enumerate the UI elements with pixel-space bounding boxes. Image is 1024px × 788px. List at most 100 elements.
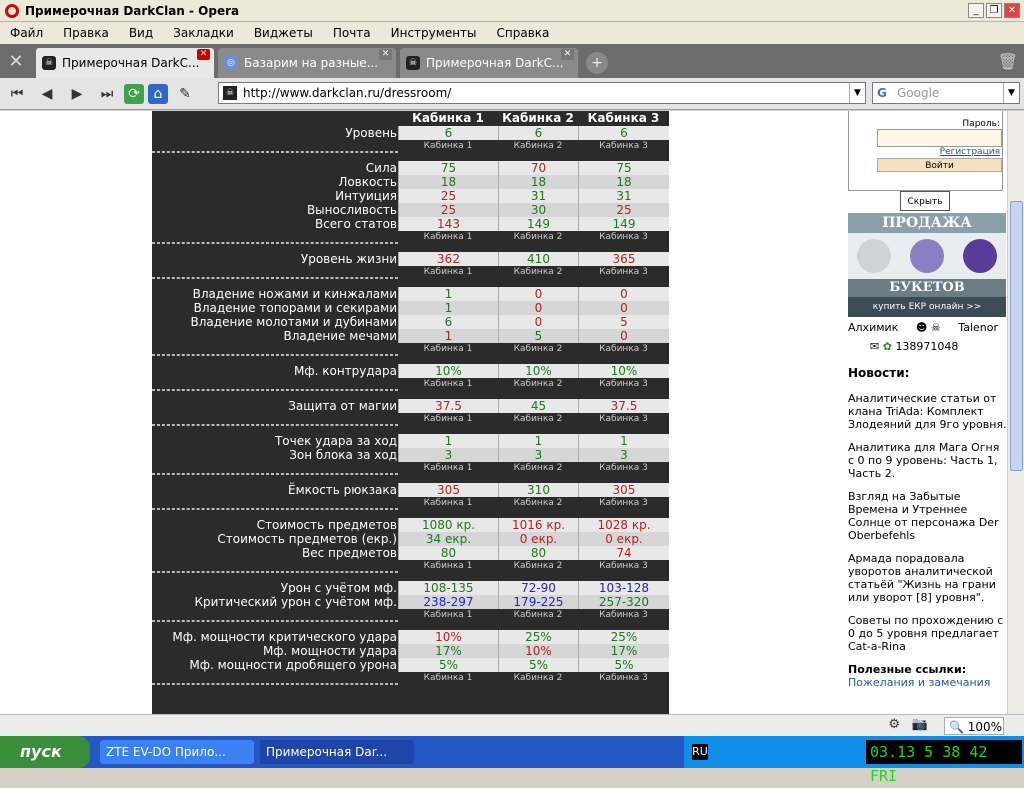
stat-label: Точек удара за ход [274, 434, 397, 448]
address-dropdown-icon[interactable]: ▼ [849, 83, 865, 103]
menu-mail[interactable]: Почта [323, 26, 381, 40]
stat-label: Владение ножами и кинжалами [192, 287, 397, 301]
menu-view[interactable]: Вид [119, 26, 163, 40]
menu-tools[interactable]: Инструменты [381, 26, 487, 40]
cabin-sublabel: Кабинка 2 [513, 561, 563, 571]
forward-icon[interactable]: ▶ [64, 82, 90, 106]
darkclan-favicon-icon: ☠ [42, 56, 56, 70]
tab-1[interactable]: ☠ Примерочная DarkC... ✕ [36, 48, 214, 78]
char-alchemist[interactable]: Алхимик [848, 321, 898, 334]
stat-cell-cabin-2: 6 [498, 126, 578, 140]
tray-clock: 03.13 5 38 42 FRI [866, 740, 1022, 785]
stat-cell-cabin-2: 3 [498, 448, 578, 462]
news-item[interactable]: Аналитические статьи от клана TriAda: Ко… [848, 392, 1007, 431]
close-tab-icon[interactable]: ✕ [379, 49, 392, 60]
taskbar-item-opera[interactable]: Примерочная Dar... [260, 740, 414, 764]
start-button[interactable]: пуск [0, 736, 90, 768]
menu-help[interactable]: Справка [487, 26, 560, 40]
stat-row: Стоимость предметов (екр.) 34 екр. 0 екр. 0… [152, 532, 669, 546]
stat-row: Мф. контрудара 10% 10% 10% [152, 364, 669, 378]
close-tab-icon[interactable]: ✕ [197, 49, 210, 60]
menu-bookmarks[interactable]: Закладки [163, 26, 244, 40]
address-bar[interactable]: ☠ http://www.darkclan.ru/dressroom/ ▼ [218, 82, 866, 104]
cabin-subheader: Кабинка 1 Кабинка 2 Кабинка 3 [152, 497, 669, 509]
cabin-sublabel: Кабинка 1 [423, 379, 473, 389]
stat-cell-cabin-3: 25 [578, 203, 669, 217]
stat-label: Мф. мощности критического удара [172, 630, 397, 644]
stat-label: Выносливость [306, 203, 397, 217]
reload-icon[interactable]: ⟳ [124, 83, 144, 104]
edit-icon[interactable]: ✎ [172, 82, 198, 106]
stat-label: Интуиция [335, 189, 397, 203]
search-dropdown-icon[interactable]: ▼ [1003, 83, 1019, 103]
home-icon[interactable]: ⌂ [148, 83, 168, 104]
password-input[interactable] [877, 129, 1002, 147]
trash-icon[interactable]: 🗑 [998, 52, 1018, 71]
hide-button[interactable]: Скрыть [900, 191, 950, 211]
news-item[interactable]: Армада порадовала уворотов аналитической… [848, 552, 1007, 604]
tab-3[interactable]: ☠ Примерочная DarkC... ✕ [400, 48, 578, 78]
close-window-button[interactable]: ✕ [1004, 3, 1020, 18]
tools-icon[interactable]: ✕ [0, 44, 32, 78]
news-item[interactable]: Аналитика для Мага Огня с 0 по 9 уровень… [848, 441, 1007, 480]
password-label: Пароль: [962, 119, 1000, 129]
cabin-sublabel: Кабинка 2 [513, 267, 563, 277]
new-tab-icon[interactable]: + [586, 52, 608, 74]
stat-row: Сила 75 70 75 [152, 161, 669, 175]
cabin-sublabel: Кабинка 2 [513, 414, 563, 424]
menu-widgets[interactable]: Виджеты [244, 26, 323, 40]
restore-button[interactable]: ❐ [986, 3, 1002, 18]
stat-cell-cabin-1: 362 [398, 252, 498, 266]
group-separator [152, 621, 398, 630]
cabin-sublabel: Кабинка 3 [599, 498, 648, 508]
group-separator [152, 572, 398, 581]
cabin-sublabel: Кабинка 3 [599, 141, 648, 151]
search-placeholder[interactable]: Google [897, 86, 939, 100]
language-indicator[interactable]: RU [692, 744, 708, 760]
promo-banner[interactable]: ПРОДАЖА БУКЕТОВ купить ЕКР онлайн >> [848, 213, 1006, 317]
char-talenor[interactable]: Talenor [958, 321, 998, 334]
stat-row: Стоимость предметов 1080 кр. 1016 кр. 1028 … [152, 518, 669, 532]
promo-buy-link[interactable]: купить ЕКР онлайн >> [848, 299, 1006, 315]
stat-cell-cabin-1: 1 [398, 329, 498, 343]
close-tab-icon[interactable]: ✕ [561, 49, 574, 60]
taskbar-item-zte[interactable]: ZTE EV-DO Прило... [100, 740, 254, 764]
panel-icon[interactable]: ⚙ [888, 717, 900, 732]
stat-row: Уровень 6 6 6 [152, 126, 669, 140]
news-item[interactable]: Взгляд на Забытые Времена и Утреннее Сол… [848, 490, 1007, 542]
cabin-sublabel: Кабинка 2 [513, 379, 563, 389]
cabin-sublabel: Кабинка 2 [513, 463, 563, 473]
rewind-icon[interactable]: ⏮ [4, 82, 30, 106]
menu-file[interactable]: Файл [0, 26, 53, 40]
login-button[interactable]: Войти [877, 158, 1002, 172]
stat-cell-cabin-3: 1028 кр. [578, 518, 669, 532]
cabin-subheader: Кабинка 1 Кабинка 2 Кабинка 3 [152, 609, 669, 621]
stat-row: Интуиция 25 31 31 [152, 189, 669, 203]
cabin-sublabel: Кабинка 2 [513, 610, 563, 620]
vertical-scrollbar[interactable] [1007, 111, 1024, 714]
stat-label: Сила [365, 161, 397, 175]
cabin-sublabel: Кабинка 3 [599, 267, 648, 277]
search-box[interactable]: G Google ▼ [872, 82, 1020, 104]
fast-forward-icon[interactable]: ⏭ [94, 82, 120, 106]
stat-cell-cabin-2: 410 [498, 252, 578, 266]
stat-cell-cabin-3: 103-128 [578, 581, 669, 595]
camera-icon[interactable]: 📷 [912, 717, 928, 732]
mail-icon[interactable]: ✉ [870, 340, 879, 353]
tab-2[interactable]: ◎ Базарим на разные... ✕ [218, 48, 396, 78]
back-icon[interactable]: ◀ [34, 82, 60, 106]
news-item[interactable]: Советы по прохождению с 0 до 5 уровня пр… [848, 614, 1007, 653]
stat-row: Владение молотами и дубинами 6 0 5 [152, 315, 669, 329]
stat-cell-cabin-3: 3 [578, 448, 669, 462]
minimize-button[interactable]: _ [968, 3, 984, 18]
stat-cell-cabin-3: 0 [578, 287, 669, 301]
cabin-subheader: Кабинка 1 Кабинка 2 Кабинка 3 [152, 560, 669, 572]
address-text[interactable]: http://www.darkclan.ru/dressroom/ [243, 86, 451, 100]
useful-link[interactable]: Пожелания и замечания [848, 676, 1007, 689]
stat-cell-cabin-2: 72-90 [498, 581, 578, 595]
register-link[interactable]: Регистрация [940, 147, 1000, 157]
menu-edit[interactable]: Правка [53, 26, 119, 40]
stat-cell-cabin-3: 31 [578, 189, 669, 203]
scrollbar-thumb[interactable] [1010, 201, 1023, 471]
zoom-control[interactable]: 🔍 100% [944, 717, 1004, 735]
